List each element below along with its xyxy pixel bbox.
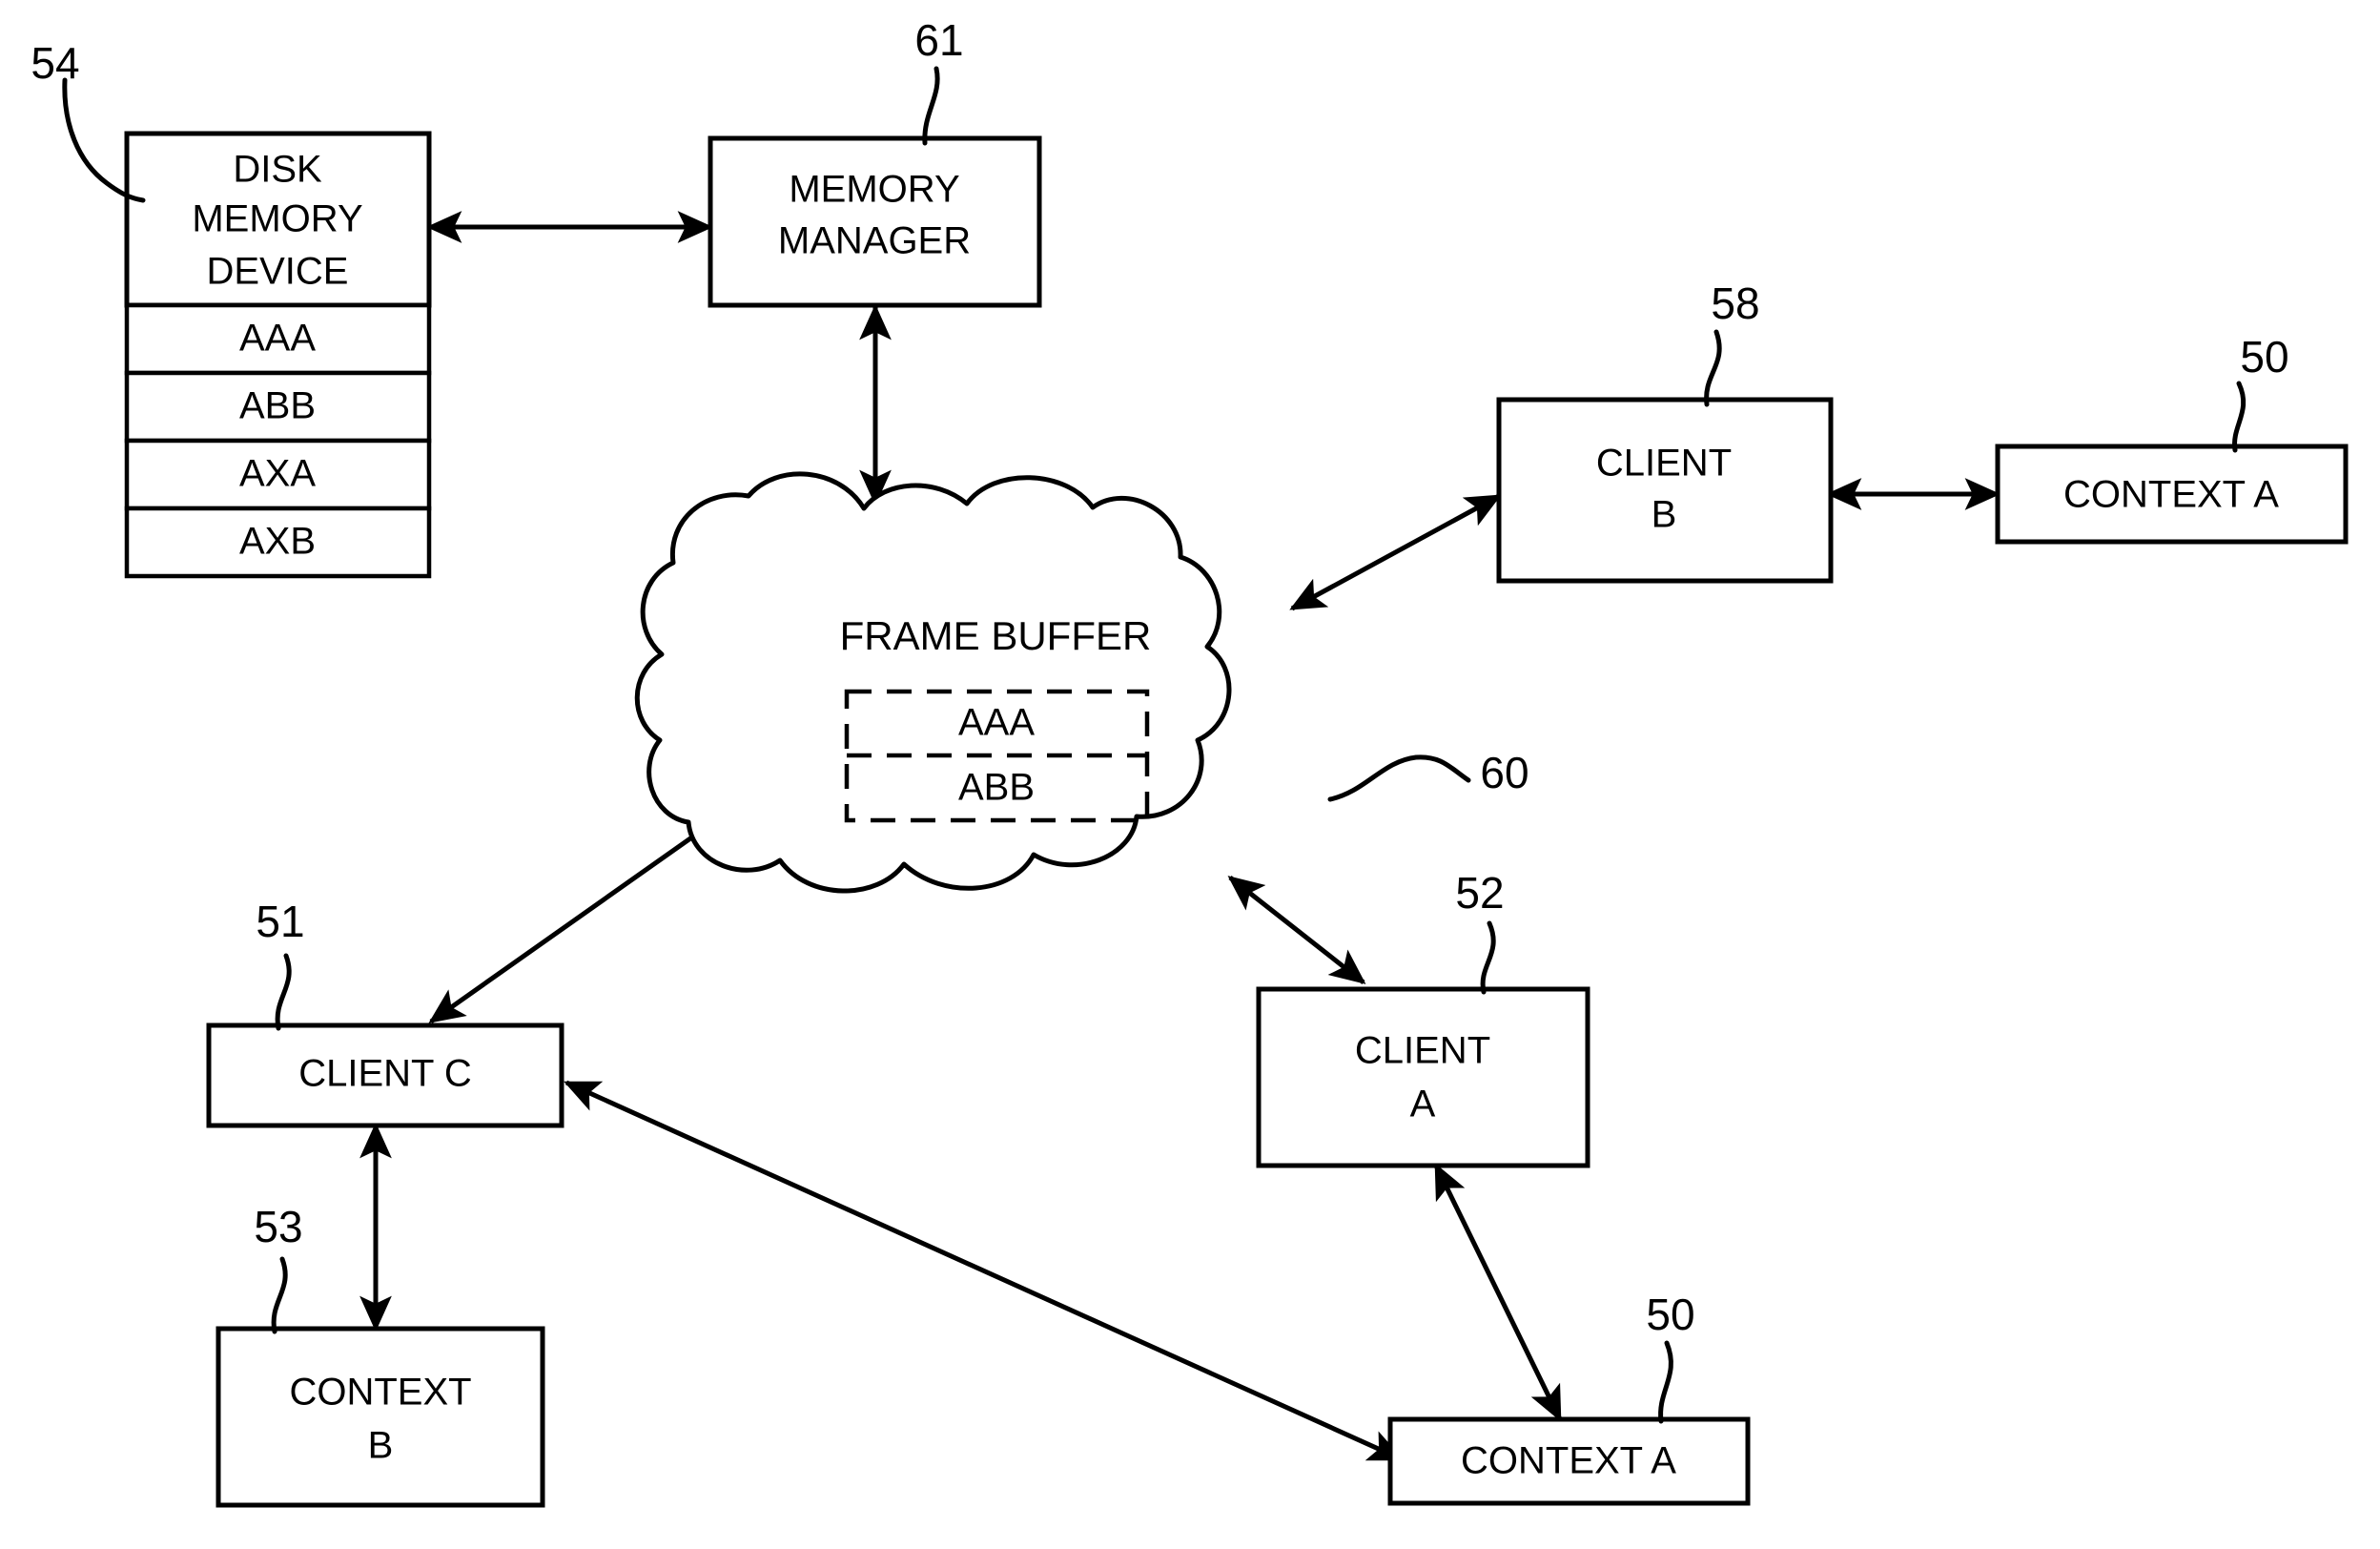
context-a-right-node[interactable]: CONTEXT A (1995, 444, 2349, 545)
leader-line-memory-manager (922, 66, 940, 146)
client-a-node[interactable]: CLIENT A (1256, 986, 1590, 1168)
leader-line-context-a-right (2232, 381, 2247, 453)
disk-memory-row-label-3: AXB (239, 521, 316, 563)
leader-line-frame-buffer (1327, 754, 1471, 802)
disk-memory-device-title-line3: DEVICE (207, 251, 349, 293)
ref-number-context-a-bottom: 50 (1646, 1290, 1694, 1339)
ref-number-frame-buffer: 60 (1480, 748, 1529, 797)
connector-frame-buffer-to-client-c (428, 806, 735, 1024)
frame-buffer-node[interactable]: FRAME BUFFER AAA ABB (634, 471, 1232, 894)
disk-memory-device-node[interactable]: DISK MEMORY DEVICE AAA ABB AXA AXB (124, 131, 432, 579)
figure-canvas: DISK MEMORY DEVICE AAA ABB AXA AXB 54 ME… (31, 15, 2349, 1508)
context-a-bottom-node[interactable]: CONTEXT A (1387, 1416, 1751, 1506)
ref-number-context-a-right: 50 (2240, 332, 2288, 382)
ref-number-client-c: 51 (256, 897, 304, 946)
context-b-label-line2: B (368, 1425, 394, 1467)
context-a-right-label: CONTEXT A (2063, 474, 2279, 516)
disk-memory-device-title-line1: DISK (233, 149, 322, 191)
context-b-box (215, 1326, 545, 1508)
frame-buffer-row-label-0: AAA (958, 702, 1035, 744)
client-a-label-line2: A (1410, 1084, 1436, 1126)
ref-number-memory-manager: 61 (914, 15, 963, 65)
disk-memory-row-label-2: AXA (239, 453, 316, 495)
context-b-node[interactable]: CONTEXT B (215, 1326, 545, 1508)
frame-buffer-cloud-shape (634, 471, 1232, 894)
frame-buffer-row-label-1: ABB (958, 767, 1035, 809)
connector-frame-buffer-to-client-a (1227, 876, 1366, 984)
ref-number-context-b: 53 (254, 1202, 302, 1251)
client-a-label-line1: CLIENT (1355, 1030, 1490, 1072)
leader-line-client-c (275, 953, 292, 1031)
connector-client-a-to-context-a-bottom (1433, 1163, 1563, 1422)
leader-line-client-b (1704, 329, 1722, 407)
ref-number-client-a: 52 (1455, 868, 1504, 918)
connector-frame-buffer-to-client-b (1289, 493, 1502, 611)
disk-memory-row-label-1: ABB (239, 385, 316, 427)
memory-manager-label-line1: MEMORY (789, 169, 959, 211)
client-c-label: CLIENT C (298, 1053, 472, 1095)
ref-number-client-b: 58 (1711, 279, 1759, 328)
frame-buffer-title: FRAME BUFFER (840, 613, 1152, 658)
patent-figure: DISK MEMORY DEVICE AAA ABB AXA AXB 54 ME… (0, 0, 2380, 1549)
context-b-label-line1: CONTEXT (289, 1372, 471, 1414)
leader-line-context-a-bottom (1658, 1340, 1673, 1424)
client-b-node[interactable]: CLIENT B (1496, 397, 1834, 584)
client-c-node[interactable]: CLIENT C (206, 1022, 564, 1128)
memory-manager-label-line2: MANAGER (778, 220, 971, 262)
leader-line-client-a (1480, 920, 1496, 995)
disk-memory-row-label-0: AAA (239, 318, 316, 360)
disk-memory-device-title-line2: MEMORY (192, 198, 362, 240)
client-b-label-line2: B (1652, 494, 1677, 536)
client-a-box (1256, 986, 1590, 1168)
client-b-label-line1: CLIENT (1596, 443, 1732, 485)
leader-line-context-b (271, 1256, 288, 1334)
client-b-box (1496, 397, 1834, 584)
ref-number-disk-memory-device: 54 (31, 38, 79, 88)
memory-manager-node[interactable]: MEMORY MANAGER (708, 135, 1042, 308)
context-a-bottom-label: CONTEXT A (1461, 1440, 1676, 1482)
